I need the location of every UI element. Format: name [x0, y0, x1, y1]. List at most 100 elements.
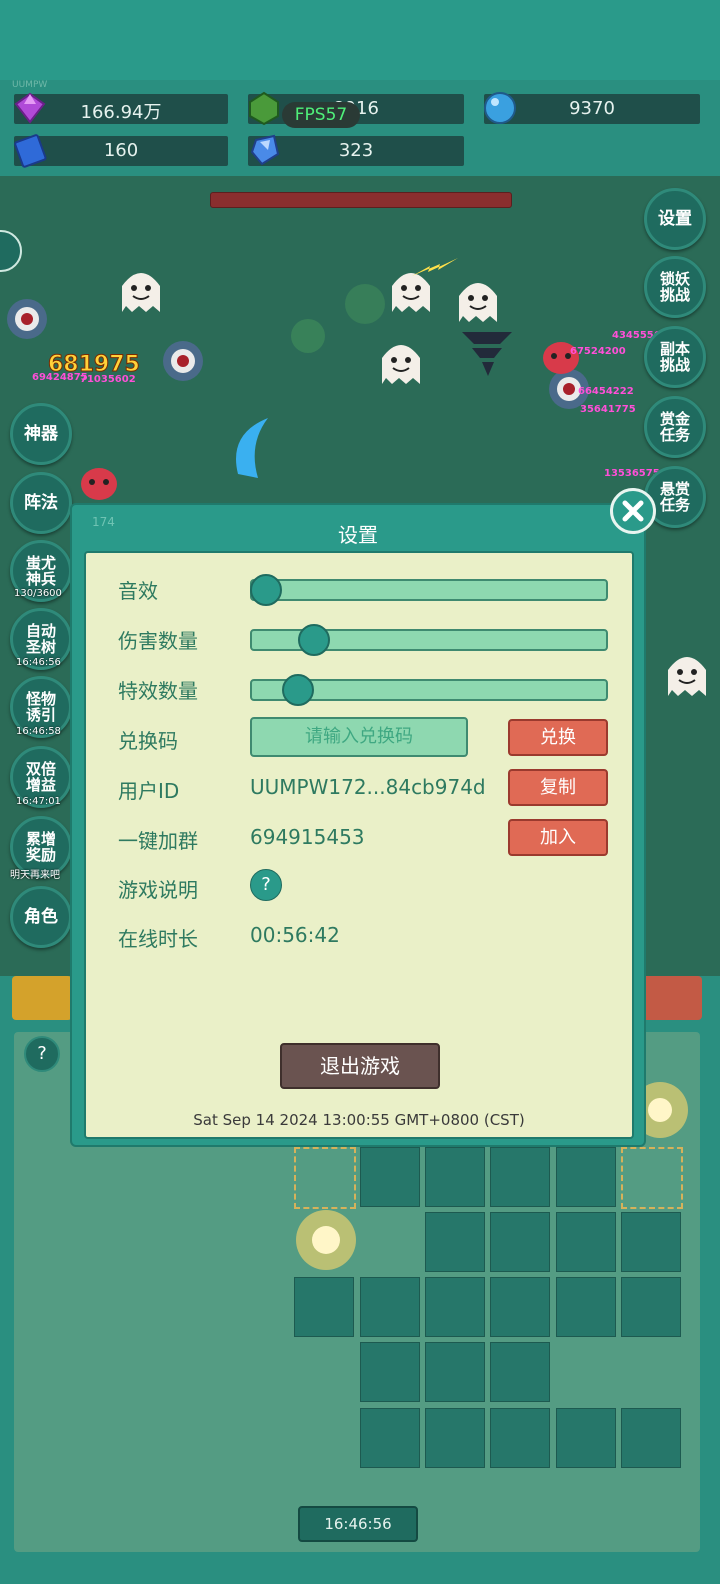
effect-count-slider-knob[interactable] — [282, 674, 314, 706]
online-time-value: 00:56:42 — [250, 923, 340, 947]
panda-unit[interactable] — [425, 1342, 485, 1402]
join-button[interactable]: 加入 — [508, 819, 608, 856]
alien-unit[interactable] — [360, 1147, 420, 1207]
settings-button[interactable]: 设置 — [644, 188, 706, 250]
spiky-monster-unit[interactable] — [556, 1408, 616, 1468]
user-id-value: UUMPW172...84cb974d — [250, 775, 486, 799]
eyeball-monster — [7, 299, 47, 339]
help-icon[interactable]: ? — [24, 1036, 60, 1072]
blue-slash-effect — [236, 418, 268, 478]
gem-value: 166.94万 — [80, 102, 162, 123]
tornado-effect — [462, 332, 512, 376]
ghost-unit[interactable] — [621, 1277, 681, 1337]
alien-unit[interactable] — [556, 1212, 616, 1272]
chiyou-progress: 130/3600 — [14, 588, 62, 599]
slime-unit[interactable] — [490, 1212, 550, 1272]
damage-count-slider[interactable] — [250, 624, 608, 656]
game-timer: 16:46:56 — [298, 1506, 418, 1542]
character-button[interactable]: 角色 — [10, 886, 72, 948]
redeem-code-input[interactable]: 请输入兑换码 — [250, 717, 468, 757]
settings-dialog: 174 设置 音效 伤害数量 特效数量 兑换码 请输入兑换码 兑换 用户ID U… — [70, 503, 646, 1147]
book-counter: 160 — [14, 134, 228, 168]
book-value: 160 — [103, 140, 139, 161]
damage-number: 66454222 — [578, 386, 634, 397]
gem-counter: 166.94万 — [14, 92, 228, 124]
redeem-button[interactable]: 兑换 — [508, 719, 608, 756]
helmet-unit[interactable] — [425, 1277, 485, 1337]
purple-blob-unit[interactable] — [621, 1212, 681, 1272]
cyclops-robot-unit[interactable] — [490, 1408, 550, 1468]
ghost-monster — [459, 283, 497, 322]
damage-number: 71035602 — [80, 374, 136, 385]
yellow-tab[interactable] — [12, 976, 72, 1020]
fps-counter: FPS57 — [282, 102, 360, 128]
orb-counter: 9370 — [484, 92, 700, 124]
current-datetime: Sat Sep 14 2024 13:00:55 GMT+0800 (CST) — [193, 1111, 525, 1129]
purple-blob-unit[interactable] — [490, 1277, 550, 1337]
spark-effect — [296, 1210, 356, 1270]
formation-button[interactable]: 阵法 — [10, 472, 72, 534]
crystal-counter: 323 — [248, 134, 464, 166]
effect-count-label: 特效数量 — [118, 679, 198, 703]
top-bar — [0, 0, 720, 80]
dungeon-challenge-button[interactable]: 副本 挑战 — [644, 326, 706, 388]
eyeball-monster — [163, 341, 203, 381]
alien-unit[interactable] — [621, 1408, 681, 1468]
damage-number: 35641775 — [580, 404, 636, 415]
damage-number: 67524200 — [570, 346, 626, 357]
sound-label: 音效 — [118, 579, 158, 603]
red-demon-monster — [81, 468, 117, 500]
online-time-label: 在线时长 — [118, 927, 198, 951]
ghost-unit[interactable] — [556, 1277, 616, 1337]
copy-button[interactable]: 复制 — [508, 769, 608, 806]
auto-tree-timer: 16:46:56 — [16, 657, 61, 668]
sleep-icon — [0, 230, 22, 272]
horned-monster-unit[interactable] — [490, 1147, 550, 1207]
demon-lock-challenge-button[interactable]: 锁妖 挑战 — [644, 256, 706, 318]
alien-unit[interactable] — [360, 1342, 420, 1402]
dialog-title: 设置 — [338, 523, 378, 547]
close-button[interactable] — [610, 488, 656, 534]
green-slime-monster — [345, 284, 385, 324]
helmet-unit[interactable] — [556, 1147, 616, 1207]
ghost-monster — [668, 657, 706, 696]
monster-lure-timer: 16:46:58 — [16, 726, 61, 737]
accumulated-reward-status: 明天再来吧 — [10, 870, 60, 881]
ufo-unit[interactable] — [294, 1277, 354, 1337]
green-slime-monster — [291, 319, 325, 353]
spark-effect — [640, 1082, 688, 1138]
horned-monster-unit[interactable] — [425, 1147, 485, 1207]
close-icon — [622, 500, 644, 522]
red-tab[interactable] — [642, 976, 702, 1020]
damage-count-slider-knob[interactable] — [298, 624, 330, 656]
empty-slot[interactable] — [294, 1147, 356, 1209]
damage-count-label: 伤害数量 — [118, 629, 198, 653]
sound-slider-knob[interactable] — [250, 574, 282, 606]
exit-game-button[interactable]: 退出游戏 — [280, 1043, 440, 1089]
id-tag: UUMPW — [12, 80, 48, 90]
crystal-value: 323 — [338, 140, 374, 161]
spiky-monster-unit[interactable] — [425, 1408, 485, 1468]
ghost-monster — [382, 345, 420, 384]
bounty-task-button[interactable]: 赏金 任务 — [644, 396, 706, 458]
game-help-label: 游戏说明 — [118, 878, 198, 902]
question-icon[interactable]: ? — [250, 869, 282, 901]
sound-slider[interactable] — [250, 574, 608, 606]
slime-unit[interactable] — [360, 1277, 420, 1337]
group-number: 694915453 — [250, 825, 365, 849]
robot-unit[interactable] — [360, 1408, 420, 1468]
group-label: 一键加群 — [118, 829, 198, 853]
double-buff-timer: 16:47:01 — [16, 796, 61, 807]
orb-value: 9370 — [569, 98, 615, 119]
boss-health-bar — [210, 192, 512, 208]
effect-count-slider[interactable] — [250, 674, 608, 706]
artifact-button[interactable]: 神器 — [10, 403, 72, 465]
redeem-label: 兑换码 — [118, 729, 178, 753]
robot-unit[interactable] — [490, 1342, 550, 1402]
ghost-monster — [122, 273, 160, 312]
settings-panel: 音效 伤害数量 特效数量 兑换码 请输入兑换码 兑换 用户ID UUMPW172… — [84, 551, 634, 1139]
user-id-label: 用户ID — [118, 779, 180, 803]
empty-slot[interactable] — [621, 1147, 683, 1209]
lightning-effect — [412, 258, 458, 276]
cyclops-robot-unit[interactable] — [425, 1212, 485, 1272]
